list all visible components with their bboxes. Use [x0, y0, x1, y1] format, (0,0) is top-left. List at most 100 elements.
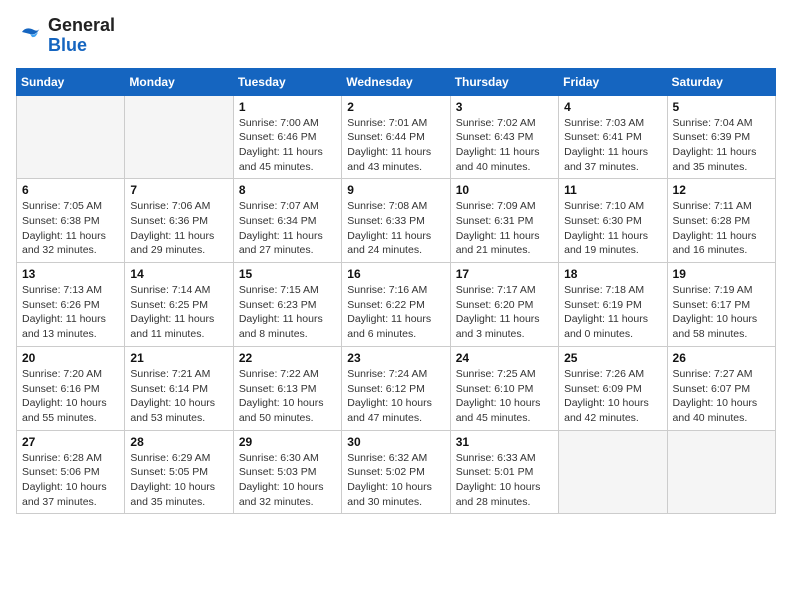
day-number: 17 — [456, 267, 553, 281]
table-row: 6 Sunrise: 7:05 AMSunset: 6:38 PMDaylight… — [17, 179, 125, 263]
col-friday: Friday — [559, 68, 667, 95]
day-info: Sunrise: 7:27 AMSunset: 6:07 PMDaylight:… — [673, 367, 770, 426]
calendar: Sunday Monday Tuesday Wednesday Thursday… — [16, 68, 776, 515]
day-info: Sunrise: 7:25 AMSunset: 6:10 PMDaylight:… — [456, 367, 553, 426]
day-info: Sunrise: 7:15 AMSunset: 6:23 PMDaylight:… — [239, 283, 336, 342]
table-row — [125, 95, 233, 179]
table-row — [17, 95, 125, 179]
table-row: 13 Sunrise: 7:13 AMSunset: 6:26 PMDayligh… — [17, 263, 125, 347]
day-number: 22 — [239, 351, 336, 365]
col-tuesday: Tuesday — [233, 68, 341, 95]
day-number: 13 — [22, 267, 119, 281]
day-info: Sunrise: 7:09 AMSunset: 6:31 PMDaylight:… — [456, 199, 553, 258]
day-number: 21 — [130, 351, 227, 365]
day-info: Sunrise: 7:14 AMSunset: 6:25 PMDaylight:… — [130, 283, 227, 342]
day-number: 24 — [456, 351, 553, 365]
day-info: Sunrise: 7:18 AMSunset: 6:19 PMDaylight:… — [564, 283, 661, 342]
day-info: Sunrise: 6:30 AMSunset: 5:03 PMDaylight:… — [239, 451, 336, 510]
table-row: 3 Sunrise: 7:02 AMSunset: 6:43 PMDaylight… — [450, 95, 558, 179]
day-info: Sunrise: 7:03 AMSunset: 6:41 PMDaylight:… — [564, 116, 661, 175]
table-row: 15Sunrise: 7:15 AMSunset: 6:23 PMDayligh… — [233, 263, 341, 347]
table-row: 24 Sunrise: 7:25 AMSunset: 6:10 PMDayligh… — [450, 346, 558, 430]
table-row: 31 Sunrise: 6:33 AMSunset: 5:01 PMDayligh… — [450, 430, 558, 514]
day-number: 7 — [130, 183, 227, 197]
table-row: 20 Sunrise: 7:20 AMSunset: 6:16 PMDayligh… — [17, 346, 125, 430]
table-row: 12 Sunrise: 7:11 AMSunset: 6:28 PMDayligh… — [667, 179, 775, 263]
day-info: Sunrise: 7:04 AMSunset: 6:39 PMDaylight:… — [673, 116, 770, 175]
day-info: Sunrise: 6:32 AMSunset: 5:02 PMDaylight:… — [347, 451, 444, 510]
table-row: 29 Sunrise: 6:30 AMSunset: 5:03 PMDayligh… — [233, 430, 341, 514]
day-number: 23 — [347, 351, 444, 365]
calendar-header-row: Sunday Monday Tuesday Wednesday Thursday… — [17, 68, 776, 95]
day-info: Sunrise: 6:28 AMSunset: 5:06 PMDaylight:… — [22, 451, 119, 510]
table-row: 23 Sunrise: 7:24 AMSunset: 6:12 PMDayligh… — [342, 346, 450, 430]
day-info: Sunrise: 7:16 AMSunset: 6:22 PMDaylight:… — [347, 283, 444, 342]
calendar-week-row: 27 Sunrise: 6:28 AMSunset: 5:06 PMDayligh… — [17, 430, 776, 514]
day-info: Sunrise: 7:05 AMSunset: 6:38 PMDaylight:… — [22, 199, 119, 258]
day-number: 3 — [456, 100, 553, 114]
col-saturday: Saturday — [667, 68, 775, 95]
day-number: 27 — [22, 435, 119, 449]
day-number: 25 — [564, 351, 661, 365]
table-row: 10 Sunrise: 7:09 AMSunset: 6:31 PMDayligh… — [450, 179, 558, 263]
logo-text: General Blue — [48, 16, 115, 56]
day-number: 2 — [347, 100, 444, 114]
calendar-week-row: 1Sunrise: 7:00 AMSunset: 6:46 PMDaylight… — [17, 95, 776, 179]
day-number: 8 — [239, 183, 336, 197]
calendar-week-row: 13 Sunrise: 7:13 AMSunset: 6:26 PMDayligh… — [17, 263, 776, 347]
table-row: 4Sunrise: 7:03 AMSunset: 6:41 PMDaylight… — [559, 95, 667, 179]
day-number: 31 — [456, 435, 553, 449]
col-sunday: Sunday — [17, 68, 125, 95]
day-number: 6 — [22, 183, 119, 197]
day-info: Sunrise: 7:17 AMSunset: 6:20 PMDaylight:… — [456, 283, 553, 342]
day-info: Sunrise: 7:13 AMSunset: 6:26 PMDaylight:… — [22, 283, 119, 342]
table-row: 19 Sunrise: 7:19 AMSunset: 6:17 PMDayligh… — [667, 263, 775, 347]
day-number: 5 — [673, 100, 770, 114]
col-thursday: Thursday — [450, 68, 558, 95]
table-row — [667, 430, 775, 514]
day-number: 11 — [564, 183, 661, 197]
day-number: 1 — [239, 100, 336, 114]
col-wednesday: Wednesday — [342, 68, 450, 95]
day-info: Sunrise: 7:26 AMSunset: 6:09 PMDaylight:… — [564, 367, 661, 426]
table-row: 7 Sunrise: 7:06 AMSunset: 6:36 PMDaylight… — [125, 179, 233, 263]
day-info: Sunrise: 7:06 AMSunset: 6:36 PMDaylight:… — [130, 199, 227, 258]
table-row: 26Sunrise: 7:27 AMSunset: 6:07 PMDayligh… — [667, 346, 775, 430]
day-info: Sunrise: 7:10 AMSunset: 6:30 PMDaylight:… — [564, 199, 661, 258]
table-row: 22Sunrise: 7:22 AMSunset: 6:13 PMDayligh… — [233, 346, 341, 430]
calendar-week-row: 6 Sunrise: 7:05 AMSunset: 6:38 PMDaylight… — [17, 179, 776, 263]
day-info: Sunrise: 7:02 AMSunset: 6:43 PMDaylight:… — [456, 116, 553, 175]
day-number: 10 — [456, 183, 553, 197]
logo: General Blue — [16, 16, 115, 56]
col-monday: Monday — [125, 68, 233, 95]
day-info: Sunrise: 7:21 AMSunset: 6:14 PMDaylight:… — [130, 367, 227, 426]
day-number: 14 — [130, 267, 227, 281]
day-number: 20 — [22, 351, 119, 365]
day-info: Sunrise: 7:20 AMSunset: 6:16 PMDaylight:… — [22, 367, 119, 426]
table-row: 28Sunrise: 6:29 AMSunset: 5:05 PMDayligh… — [125, 430, 233, 514]
day-info: Sunrise: 7:24 AMSunset: 6:12 PMDaylight:… — [347, 367, 444, 426]
day-number: 29 — [239, 435, 336, 449]
table-row: 17 Sunrise: 7:17 AMSunset: 6:20 PMDayligh… — [450, 263, 558, 347]
day-number: 30 — [347, 435, 444, 449]
table-row: 1Sunrise: 7:00 AMSunset: 6:46 PMDaylight… — [233, 95, 341, 179]
day-info: Sunrise: 6:33 AMSunset: 5:01 PMDaylight:… — [456, 451, 553, 510]
day-info: Sunrise: 7:11 AMSunset: 6:28 PMDaylight:… — [673, 199, 770, 258]
table-row: 14 Sunrise: 7:14 AMSunset: 6:25 PMDayligh… — [125, 263, 233, 347]
table-row: 5 Sunrise: 7:04 AMSunset: 6:39 PMDaylight… — [667, 95, 775, 179]
table-row: 25 Sunrise: 7:26 AMSunset: 6:09 PMDayligh… — [559, 346, 667, 430]
table-row: 21 Sunrise: 7:21 AMSunset: 6:14 PMDayligh… — [125, 346, 233, 430]
day-number: 18 — [564, 267, 661, 281]
table-row: 9 Sunrise: 7:08 AMSunset: 6:33 PMDaylight… — [342, 179, 450, 263]
day-number: 9 — [347, 183, 444, 197]
day-info: Sunrise: 6:29 AMSunset: 5:05 PMDaylight:… — [130, 451, 227, 510]
day-info: Sunrise: 7:19 AMSunset: 6:17 PMDaylight:… — [673, 283, 770, 342]
table-row: 11 Sunrise: 7:10 AMSunset: 6:30 PMDayligh… — [559, 179, 667, 263]
table-row: 16Sunrise: 7:16 AMSunset: 6:22 PMDayligh… — [342, 263, 450, 347]
day-number: 12 — [673, 183, 770, 197]
page-header: General Blue — [16, 16, 776, 56]
table-row: 2Sunrise: 7:01 AMSunset: 6:44 PMDaylight… — [342, 95, 450, 179]
day-info: Sunrise: 7:08 AMSunset: 6:33 PMDaylight:… — [347, 199, 444, 258]
table-row: 27 Sunrise: 6:28 AMSunset: 5:06 PMDayligh… — [17, 430, 125, 514]
day-number: 19 — [673, 267, 770, 281]
